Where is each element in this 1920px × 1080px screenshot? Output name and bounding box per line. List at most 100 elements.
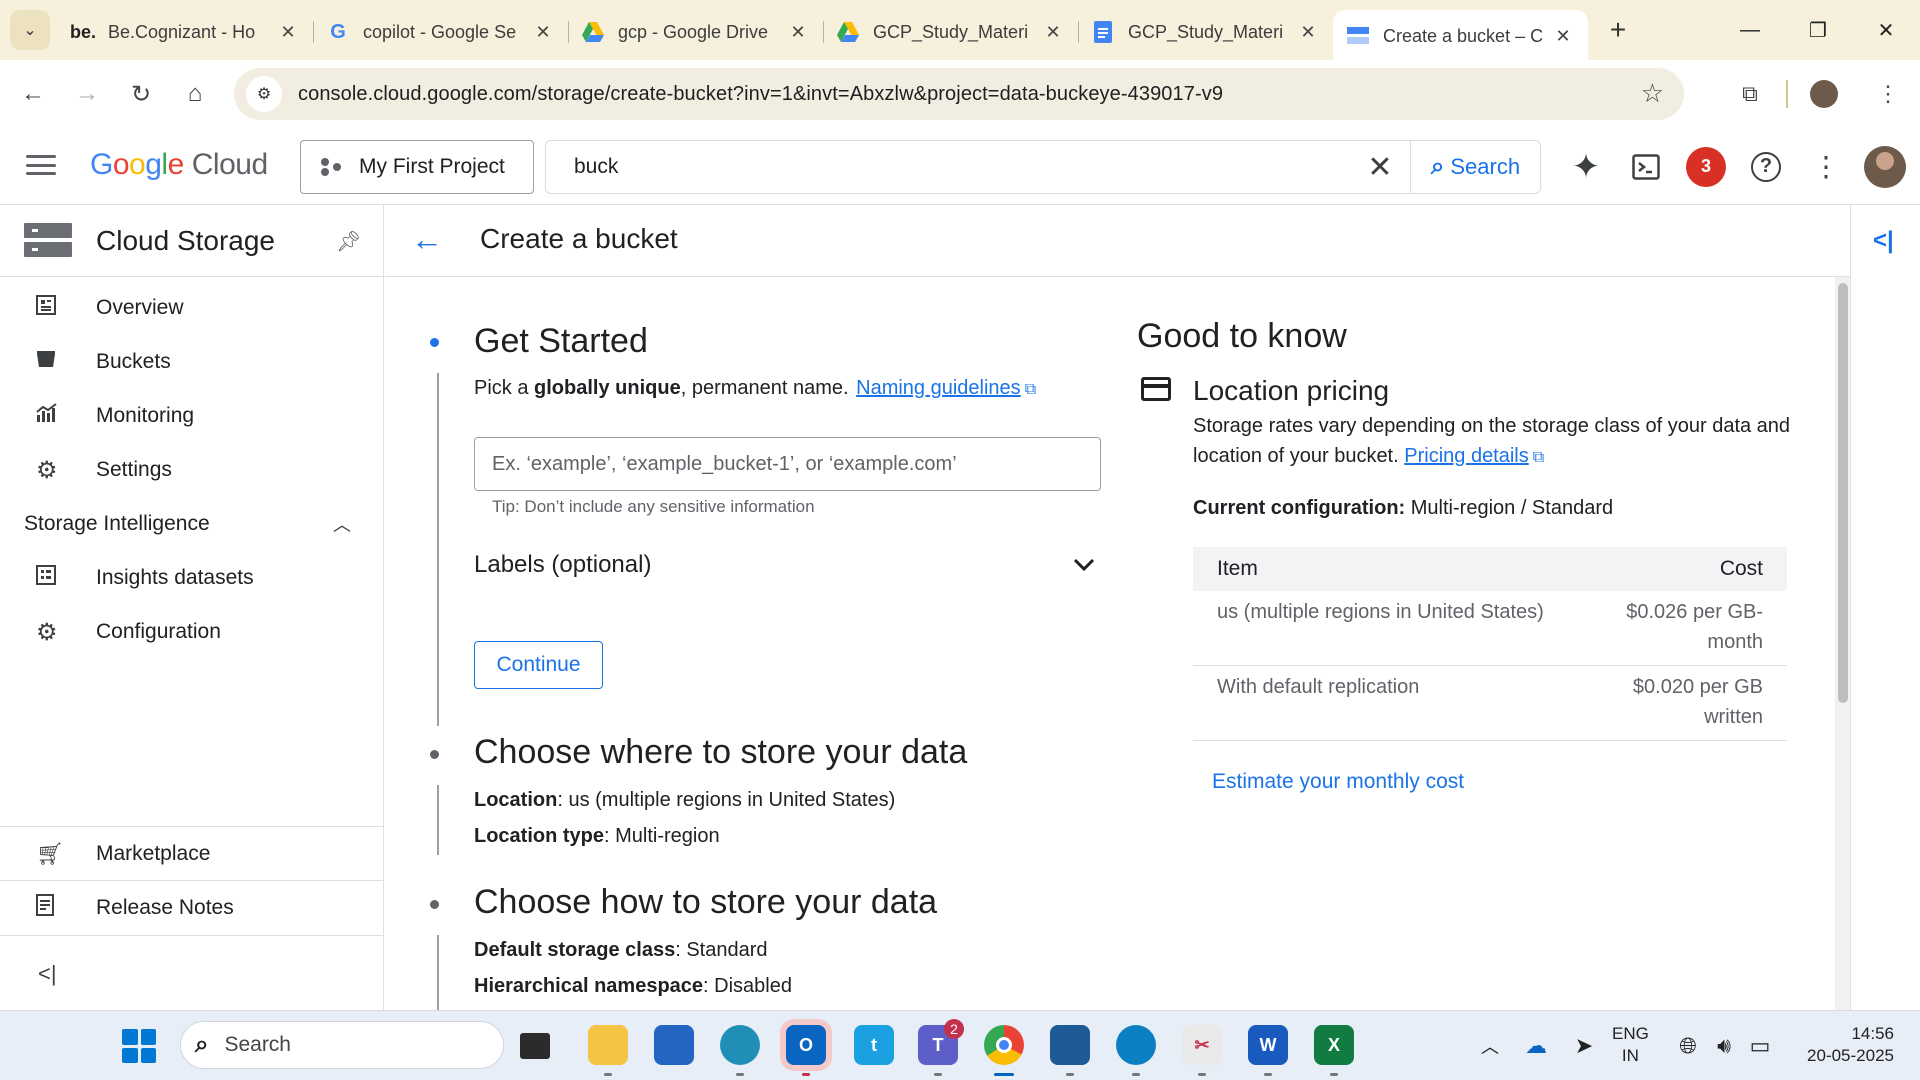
word-icon[interactable]: W: [1248, 1025, 1288, 1065]
location-arrow-icon[interactable]: ➤: [1560, 1033, 1608, 1059]
scrollbar-thumb[interactable]: [1838, 283, 1848, 703]
extensions-icon[interactable]: ⧉: [1718, 67, 1782, 121]
sidebar-item-monitoring[interactable]: Monitoring: [0, 389, 383, 443]
home-icon[interactable]: ⌂: [168, 67, 222, 121]
restore-icon[interactable]: ❐: [1784, 0, 1852, 60]
search-icon: ⌕: [195, 1031, 209, 1058]
task-view-icon[interactable]: [520, 1033, 550, 1059]
close-icon[interactable]: ✕: [1552, 26, 1574, 47]
browser-tab[interactable]: be. Be.Cognizant - Ho ✕: [58, 10, 313, 54]
outlook-icon[interactable]: O: [786, 1025, 826, 1065]
main-menu-icon[interactable]: [24, 150, 58, 180]
browser-tab[interactable]: GCP_Study_Materi ✕: [1078, 10, 1333, 54]
avatar[interactable]: [1864, 145, 1906, 188]
chevron-up-icon[interactable]: ︿: [1468, 1033, 1512, 1059]
close-icon[interactable]: ✕: [1042, 22, 1064, 43]
battery-icon[interactable]: ▭: [1742, 1033, 1778, 1059]
search-bar[interactable]: buck ✕ ⌕ Search: [545, 140, 1541, 194]
remote-desktop-icon[interactable]: [1050, 1025, 1090, 1065]
cart-icon: 🛒︎: [36, 840, 64, 866]
external-link-icon: ⧉: [1532, 449, 1545, 466]
edge-dev-icon[interactable]: [720, 1025, 760, 1065]
windows-start-icon[interactable]: [122, 1029, 156, 1063]
scrollbar[interactable]: [1835, 277, 1850, 1010]
back-icon[interactable]: ←: [6, 67, 60, 121]
naming-guidelines-link[interactable]: Naming guidelines: [856, 377, 1021, 399]
microsoft-store-icon[interactable]: [654, 1025, 694, 1065]
pricing-details-link[interactable]: Pricing details: [1404, 445, 1529, 467]
browser-tab[interactable]: GCP_Study_Materi ✕: [823, 10, 1078, 54]
snipping-tool-icon[interactable]: ✂: [1182, 1025, 1222, 1065]
url-text[interactable]: console.cloud.google.com/storage/create-…: [298, 83, 1223, 106]
gemini-sparkle-icon[interactable]: ✦: [1556, 137, 1616, 197]
close-icon[interactable]: ✕: [532, 22, 554, 43]
forward-icon[interactable]: →: [60, 67, 114, 121]
profile-icon[interactable]: [1792, 67, 1856, 121]
search-input[interactable]: buck: [546, 155, 1350, 179]
search-icon: ⌕: [1430, 153, 1445, 180]
project-picker-button[interactable]: My First Project: [300, 140, 534, 194]
minimize-icon[interactable]: —: [1716, 0, 1784, 60]
chevron-up-icon[interactable]: ︿: [333, 511, 351, 537]
reload-icon[interactable]: ↻: [114, 67, 168, 121]
date: 20-05-2025: [1807, 1046, 1894, 1065]
sidebar-item-insights-datasets[interactable]: Insights datasets: [0, 551, 383, 605]
address-bar[interactable]: ⚙ console.cloud.google.com/storage/creat…: [234, 68, 1684, 120]
table-header-row: Item Cost: [1193, 547, 1787, 591]
notifications-button[interactable]: 3: [1676, 137, 1736, 197]
expand-panel-icon[interactable]: <|: [1873, 227, 1894, 255]
taskbar-search[interactable]: ⌕ Search: [180, 1021, 504, 1069]
chevron-down-icon[interactable]: [1073, 552, 1101, 578]
labels-expander[interactable]: Labels (optional): [474, 545, 1101, 585]
sidebar-item-settings[interactable]: ⚙ Settings: [0, 443, 383, 497]
clock[interactable]: 14:56 20-05-2025: [1790, 1023, 1894, 1067]
cloud-shell-icon[interactable]: [1616, 137, 1676, 197]
sidebar-item-buckets[interactable]: Buckets: [0, 335, 383, 389]
settings-kebab-icon[interactable]: ⋮: [1796, 137, 1856, 197]
edge-icon[interactable]: [1116, 1025, 1156, 1065]
help-icon[interactable]: ?: [1736, 137, 1796, 197]
step-dot: [430, 750, 439, 759]
chrome-icon[interactable]: [984, 1025, 1024, 1065]
continue-button[interactable]: Continue: [474, 641, 603, 689]
sidebar-item-marketplace[interactable]: 🛒︎ Marketplace: [0, 826, 384, 880]
browser-tab-active[interactable]: Create a bucket – C ✕: [1333, 10, 1588, 62]
language-indicator[interactable]: ENG IN: [1612, 1023, 1649, 1067]
close-icon[interactable]: ✕: [277, 22, 299, 43]
clear-search-icon[interactable]: ✕: [1350, 150, 1410, 185]
excel-icon[interactable]: X: [1314, 1025, 1354, 1065]
dataset-icon: [0, 565, 96, 591]
file-explorer-icon[interactable]: [588, 1025, 628, 1065]
sidebar-section-storage-intelligence[interactable]: Storage Intelligence ︿: [0, 497, 383, 551]
back-arrow-icon[interactable]: ←: [411, 221, 443, 258]
running-indicator: [1066, 1073, 1074, 1076]
bookmark-star-icon[interactable]: ☆: [1641, 78, 1664, 109]
pin-icon[interactable]: 📌︎: [336, 229, 361, 254]
sidebar-item-configuration[interactable]: ⚙ Configuration: [0, 605, 383, 659]
globe-network-icon[interactable]: 🌐︎: [1670, 1033, 1706, 1059]
tab-title: copilot - Google Se: [363, 21, 517, 42]
tab-search-chevron-icon[interactable]: ⌄: [10, 10, 50, 50]
collapse-sidebar-icon[interactable]: <|: [38, 961, 57, 987]
new-tab-plus-icon[interactable]: +: [1598, 14, 1638, 46]
close-icon[interactable]: ✕: [787, 22, 809, 43]
google-cloud-logo[interactable]: Google Cloud: [90, 148, 268, 182]
browser-tab[interactable]: G copilot - Google Se ✕: [313, 10, 568, 54]
sidebar-header: Cloud Storage 📌︎: [0, 205, 383, 277]
windows-taskbar: ⌕ Search O t T 2 ✂ W X ︿ ☁ ➤ ENG IN 🌐︎ 🔊…: [0, 1010, 1920, 1080]
speaker-icon[interactable]: 🔊︎: [1706, 1033, 1742, 1059]
search-button[interactable]: ⌕ Search: [1410, 141, 1540, 193]
header-icons: ✦ 3 ? ⋮: [1556, 128, 1920, 205]
close-window-icon[interactable]: ✕: [1852, 0, 1920, 60]
browser-tab[interactable]: gcp - Google Drive ✕: [568, 10, 823, 54]
site-info-icon[interactable]: ⚙: [246, 76, 282, 112]
browser-menu-icon[interactable]: ⋮: [1856, 67, 1920, 121]
labels-label: Labels (optional): [474, 551, 652, 578]
sidebar-item-overview[interactable]: Overview: [0, 281, 383, 335]
bucket-name-input[interactable]: [474, 437, 1101, 491]
teams-classic-icon[interactable]: t: [854, 1025, 894, 1065]
estimate-cost-link[interactable]: Estimate your monthly cost: [1212, 770, 1464, 794]
onedrive-icon[interactable]: ☁: [1512, 1033, 1560, 1059]
close-icon[interactable]: ✕: [1297, 22, 1319, 43]
sidebar-item-release-notes[interactable]: Release Notes: [0, 880, 384, 934]
